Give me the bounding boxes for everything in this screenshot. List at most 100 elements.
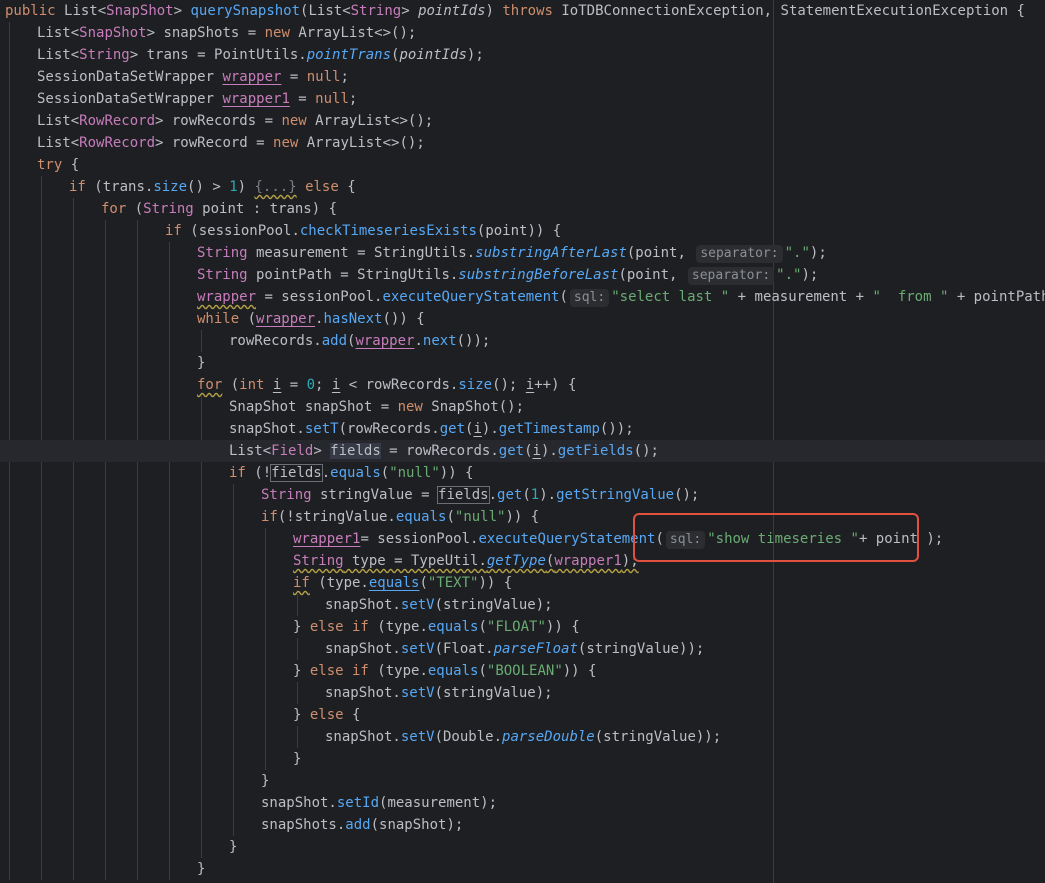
code-text: for (String point : trans) { bbox=[101, 198, 337, 220]
code-token: i bbox=[473, 421, 482, 437]
code-token: " from " bbox=[872, 289, 949, 305]
code-token: } bbox=[261, 773, 270, 789]
code-token: null bbox=[306, 69, 341, 85]
code-line[interactable]: String stringValue = fields.get(1).getSt… bbox=[0, 484, 1045, 506]
code-token: ; bbox=[348, 91, 358, 107]
code-text: } bbox=[229, 836, 237, 858]
code-token: ). bbox=[481, 421, 499, 437]
code-token: ( bbox=[524, 443, 533, 459]
code-line[interactable]: rowRecords.add(wrapper.next()); bbox=[0, 330, 1045, 352]
code-line[interactable]: SnapShot snapShot = new SnapShot(); bbox=[0, 396, 1045, 418]
code-line[interactable]: if (type.equals("TEXT")) { bbox=[0, 572, 1045, 594]
code-token: snapShot. bbox=[325, 729, 401, 745]
code-token: ( bbox=[478, 663, 487, 679]
code-line[interactable]: while (wrapper.hasNext()) { bbox=[0, 308, 1045, 330]
code-token: getStringValue bbox=[556, 487, 675, 503]
code-line[interactable]: snapShot.setV(Float.parseFloat(stringVal… bbox=[0, 638, 1045, 660]
code-token: get bbox=[497, 487, 523, 503]
code-line[interactable]: snapShot.setId(measurement); bbox=[0, 792, 1045, 814]
code-text: rowRecords.add(wrapper.next()); bbox=[229, 330, 490, 352]
code-token: List< bbox=[37, 47, 80, 63]
code-token: "null" bbox=[454, 509, 506, 525]
code-token: size bbox=[458, 377, 493, 393]
code-token: } bbox=[229, 839, 238, 855]
code-line[interactable]: } else { bbox=[0, 704, 1045, 726]
code-line[interactable]: } else if (type.equals("FLOAT")) { bbox=[0, 616, 1045, 638]
code-token: String bbox=[261, 487, 312, 503]
code-line[interactable]: if (sessionPool.checkTimeseriesExists(po… bbox=[0, 220, 1045, 242]
code-line[interactable]: } bbox=[0, 352, 1045, 374]
code-line[interactable]: try { bbox=[0, 154, 1045, 176]
code-token: snapShot. bbox=[261, 795, 337, 811]
code-token: getType bbox=[486, 553, 546, 569]
code-token: > rowRecords = bbox=[155, 113, 282, 129]
code-token: ). bbox=[540, 443, 558, 459]
code-token: List< bbox=[64, 3, 107, 19]
code-token: ) bbox=[485, 3, 503, 19]
code-token: stringValue = bbox=[311, 487, 439, 503]
code-line[interactable]: snapShot.setV(Double.parseDouble(stringV… bbox=[0, 726, 1045, 748]
code-token: )) { bbox=[545, 619, 580, 635]
code-token: equals bbox=[330, 465, 381, 481]
code-token: ( bbox=[559, 289, 568, 305]
code-line[interactable]: String pointPath = StringUtils.substring… bbox=[0, 264, 1045, 286]
code-line[interactable]: } bbox=[0, 748, 1045, 770]
code-line[interactable]: snapShot.setV(stringValue); bbox=[0, 594, 1045, 616]
code-token: ( bbox=[478, 619, 487, 635]
code-text: snapShot.setV(stringValue); bbox=[325, 594, 553, 616]
code-line[interactable]: for (int i = 0; i < rowRecords.size(); i… bbox=[0, 374, 1045, 396]
code-token: } bbox=[197, 355, 206, 371]
code-token: (sessionPool. bbox=[190, 223, 300, 239]
code-token: ()); bbox=[599, 421, 634, 437]
code-line[interactable]: if (!fields.equals("null")) { bbox=[0, 462, 1045, 484]
code-token: ); bbox=[466, 47, 484, 63]
code-line[interactable]: List<RowRecord> rowRecords = new ArrayLi… bbox=[0, 110, 1045, 132]
code-line[interactable]: snapShots.add(snapShot); bbox=[0, 814, 1045, 836]
code-line[interactable]: SessionDataSetWrapper wrapper1 = null; bbox=[0, 88, 1045, 110]
code-line[interactable]: } bbox=[0, 770, 1045, 792]
code-token: (snapShot); bbox=[370, 817, 464, 833]
code-token: new bbox=[397, 399, 432, 415]
code-token: (point, bbox=[618, 267, 686, 283]
code-line[interactable]: snapShot.setV(stringValue); bbox=[0, 682, 1045, 704]
code-token: (); bbox=[674, 487, 700, 503]
code-line[interactable]: List<RowRecord> rowRecord = new ArrayLis… bbox=[0, 132, 1045, 154]
code-text: try { bbox=[37, 154, 79, 176]
code-line[interactable]: } bbox=[0, 858, 1045, 880]
code-text: if (type.equals("TEXT")) { bbox=[293, 572, 512, 594]
code-text: } bbox=[261, 770, 269, 792]
code-token: pointTrans bbox=[306, 47, 392, 63]
code-text: } bbox=[293, 748, 301, 770]
code-token: (Double. bbox=[434, 729, 503, 745]
code-line[interactable]: public List<SnapShot> querySnapshot(List… bbox=[0, 0, 1045, 22]
code-token: ). bbox=[539, 487, 557, 503]
code-token: IoTDBConnectionException, StatementExecu… bbox=[561, 3, 1025, 19]
code-line[interactable]: snapShot.setT(rowRecords.get(i).getTimes… bbox=[0, 418, 1045, 440]
code-token: snapShot. bbox=[325, 597, 401, 613]
code-token: SnapShot snapShot = bbox=[229, 399, 398, 415]
code-token: equals bbox=[395, 509, 447, 525]
code-line[interactable]: List<String> trans = PointUtils.pointTra… bbox=[0, 44, 1045, 66]
code-token: else if bbox=[309, 663, 378, 679]
code-line[interactable]: } else if (type.equals("BOOLEAN")) { bbox=[0, 660, 1045, 682]
code-line[interactable]: SessionDataSetWrapper wrapper = null; bbox=[0, 66, 1045, 88]
code-line[interactable]: String measurement = StringUtils.substri… bbox=[0, 242, 1045, 264]
code-token: wrapper1 bbox=[554, 553, 622, 569]
code-token: (trans. bbox=[94, 179, 154, 195]
code-editor[interactable]: public List<SnapShot> querySnapshot(List… bbox=[0, 0, 1045, 883]
code-token: executeQueryStatement bbox=[382, 289, 560, 305]
code-line[interactable]: wrapper = sessionPool.executeQueryStatem… bbox=[0, 286, 1045, 308]
code-line[interactable]: if (trans.size() > 1) {...} else { bbox=[0, 176, 1045, 198]
code-token: )) { bbox=[562, 663, 597, 679]
code-line[interactable]: for (String point : trans) { bbox=[0, 198, 1045, 220]
code-line[interactable]: List<SnapShot> snapShots = new ArrayList… bbox=[0, 22, 1045, 44]
code-line[interactable]: List<Field> fields = rowRecords.get(i).g… bbox=[0, 440, 1045, 462]
code-token: > snapShots = bbox=[146, 25, 265, 41]
code-token: = rowRecords. bbox=[380, 443, 499, 459]
code-token: ()) { bbox=[382, 311, 425, 327]
code-text: snapShot.setV(Double.parseDouble(stringV… bbox=[325, 726, 721, 748]
code-text: if (sessionPool.checkTimeseriesExists(po… bbox=[165, 220, 561, 242]
code-line[interactable]: } bbox=[0, 836, 1045, 858]
code-token: String bbox=[143, 201, 194, 217]
code-token: pointIds bbox=[418, 3, 486, 19]
